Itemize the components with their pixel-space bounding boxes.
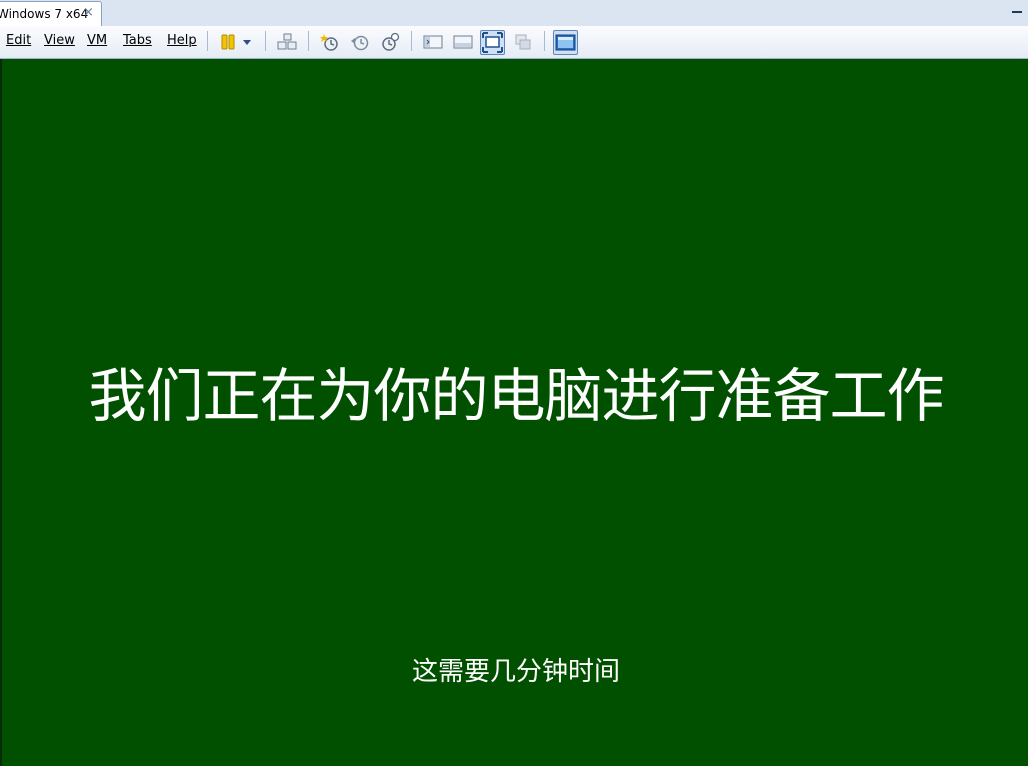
menu-edit[interactable]: Edit (6, 33, 31, 48)
snapshot-manager-icon[interactable] (379, 31, 401, 53)
toolbar-separator (265, 31, 266, 51)
dropdown-arrow-icon[interactable] (240, 31, 254, 53)
setup-submessage: 这需要几分钟时间 (411, 657, 620, 687)
send-ctrl-alt-del-icon[interactable] (276, 31, 298, 53)
setup-message: 我们正在为你的电脑进行准备工作 (88, 362, 944, 430)
vm-console[interactable]: 我们正在为你的电脑进行准备工作 这需要几分钟时间 (0, 59, 1028, 766)
thumbnail-bar-icon[interactable] (452, 31, 474, 53)
take-snapshot-icon[interactable] (319, 31, 341, 53)
revert-snapshot-icon[interactable] (349, 31, 371, 53)
menu-help[interactable]: Help (167, 33, 197, 48)
unity-icon[interactable] (512, 31, 534, 53)
vm-tab[interactable]: Windows 7 x64 × (0, 1, 102, 26)
vm-tab-title: Windows 7 x64 (0, 7, 89, 21)
toolbar-separator (544, 31, 545, 51)
full-screen-icon (482, 32, 503, 53)
console-view-icon (555, 34, 576, 51)
show-library-icon[interactable] (422, 31, 444, 53)
pause-icon[interactable] (218, 31, 240, 53)
toolbar: Edit View VM Tabs Help (0, 26, 1028, 59)
toolbar-separator (411, 31, 412, 51)
menu-tabs[interactable]: Tabs (123, 33, 152, 48)
console-view-button[interactable] (553, 30, 578, 55)
menu-vm[interactable]: VM (87, 33, 107, 48)
toolbar-separator (207, 31, 208, 51)
toolbar-separator (308, 31, 309, 51)
close-icon[interactable]: × (83, 5, 94, 20)
minimize-icon[interactable] (1012, 8, 1022, 16)
full-screen-button[interactable] (480, 30, 505, 55)
menu-view[interactable]: View (44, 33, 75, 48)
tab-bar: Windows 7 x64 × (0, 0, 1028, 27)
